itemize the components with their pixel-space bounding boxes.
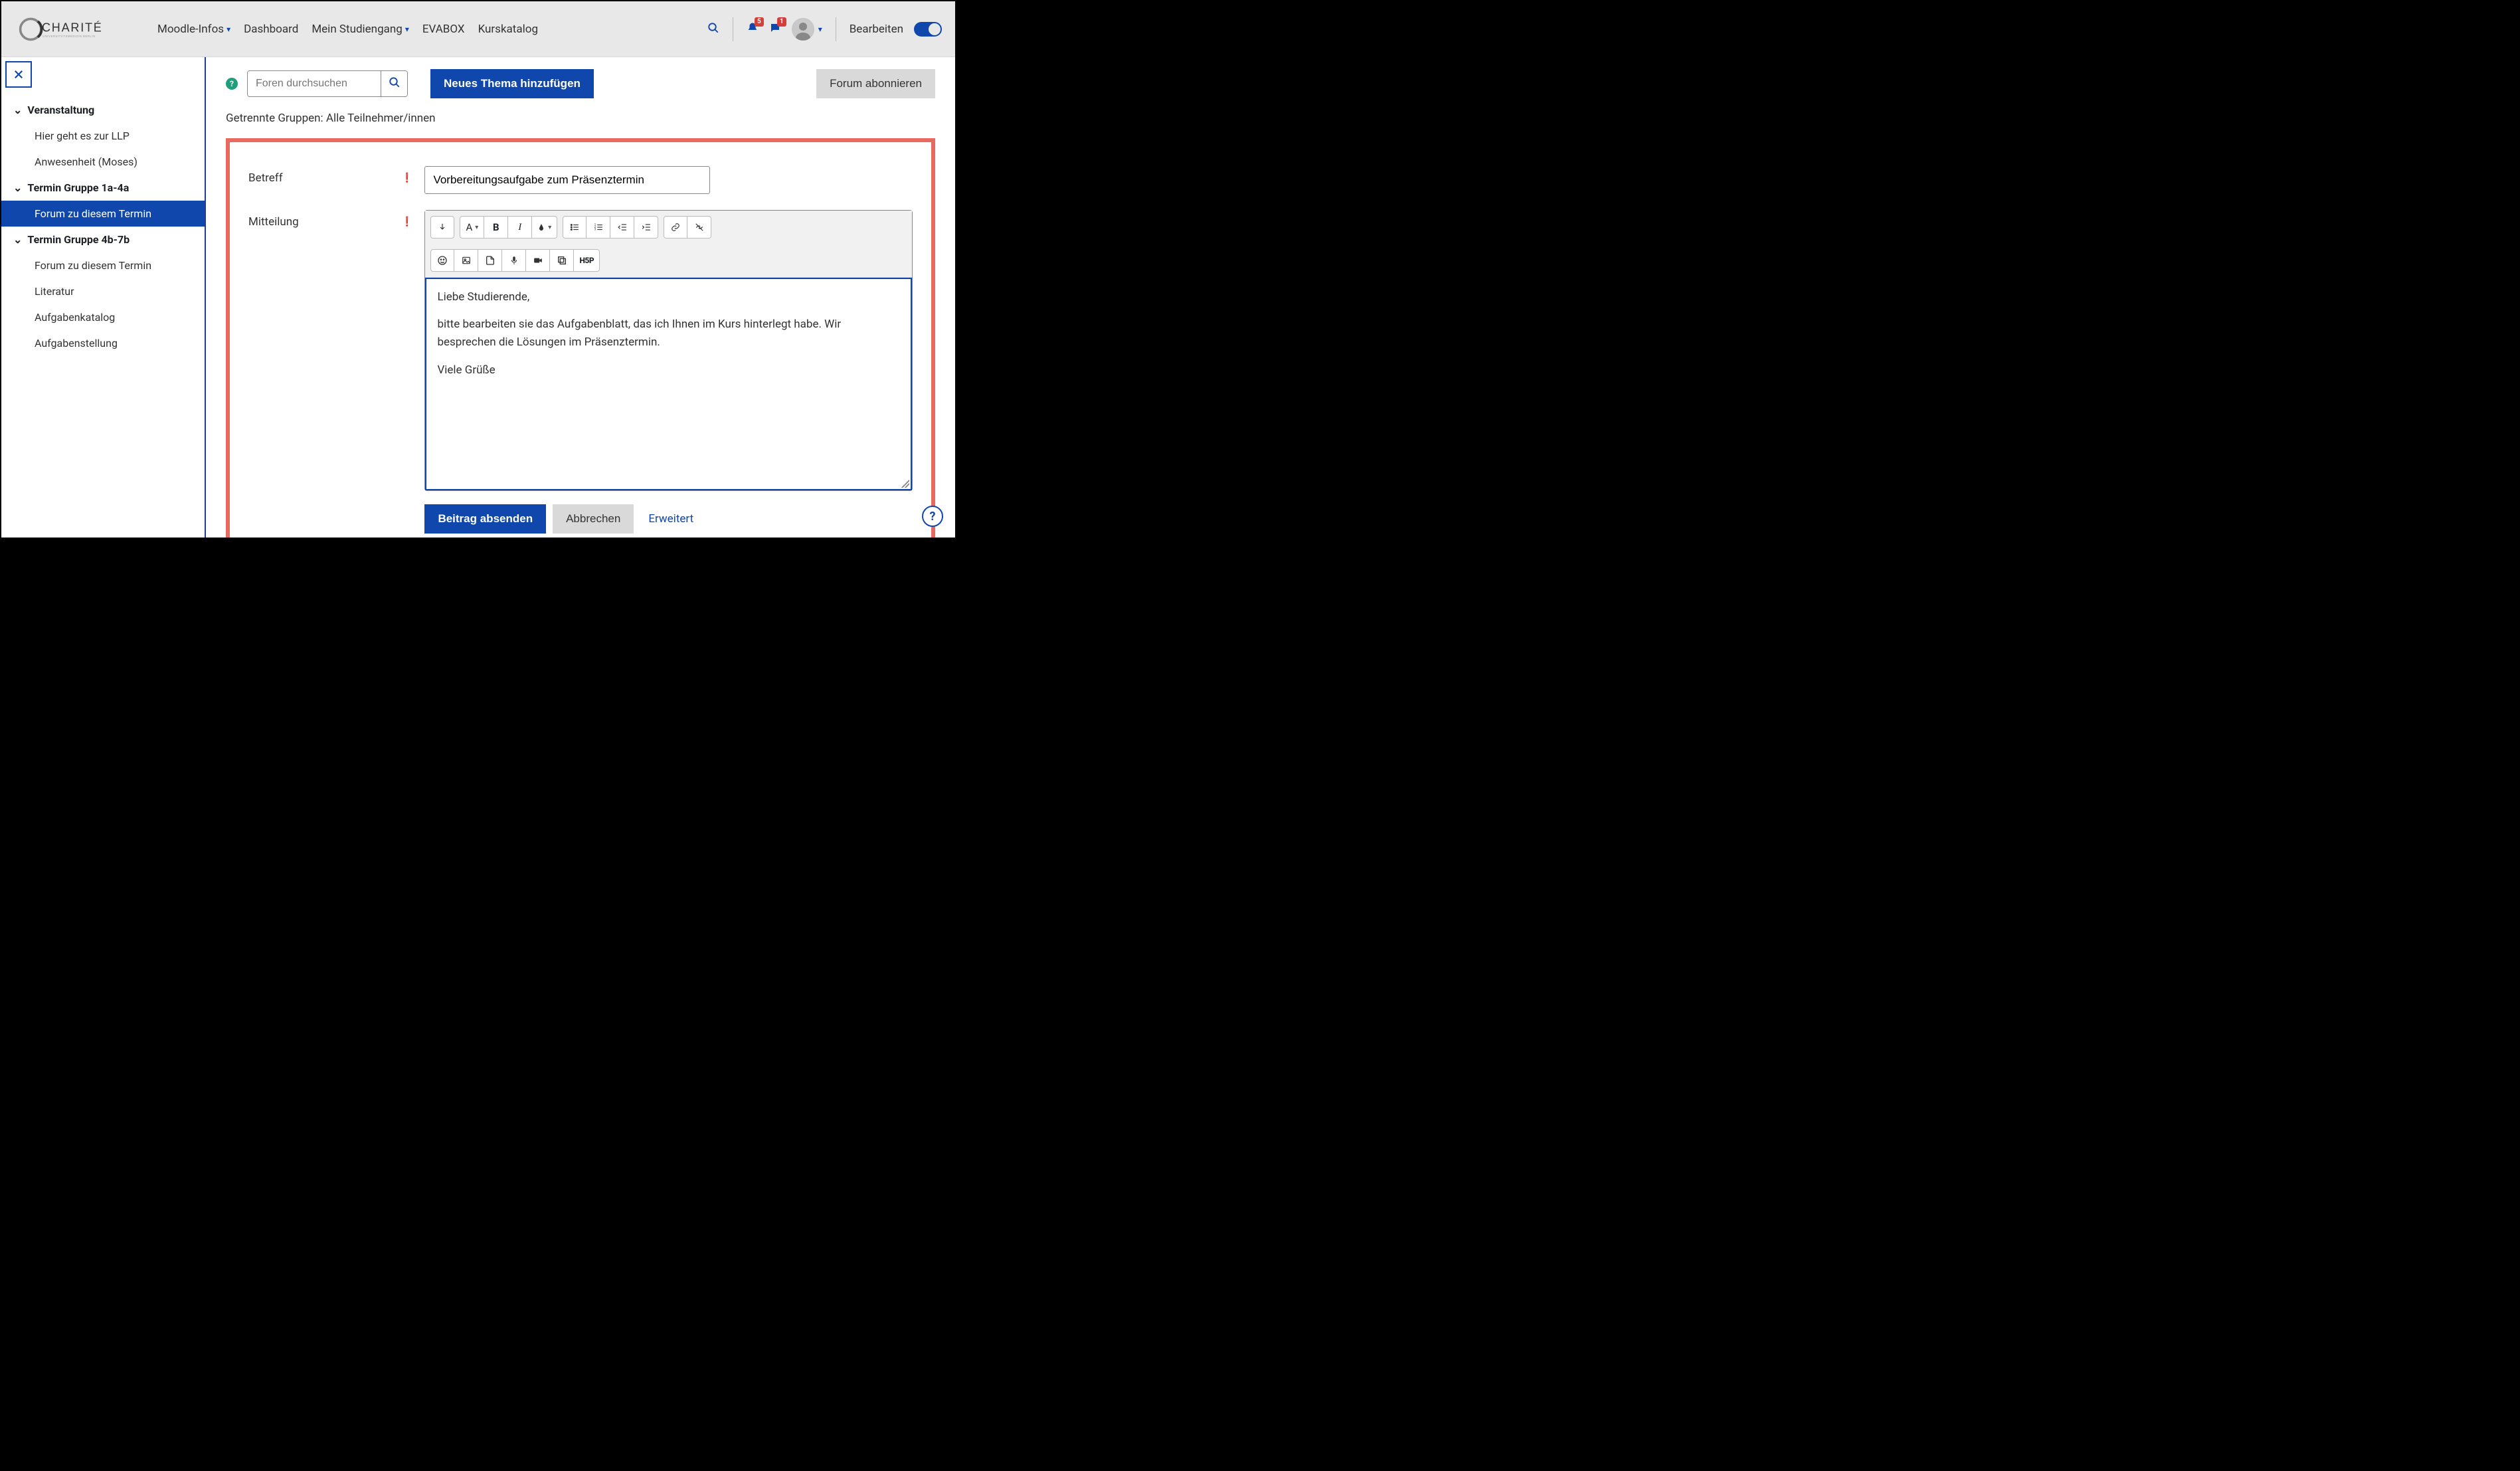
top-navbar: CHARITÉ UNIVERSITÄTSMEDIZIN BERLIN Moodl…	[1, 1, 955, 57]
forum-search-input[interactable]	[248, 71, 381, 96]
resize-handle[interactable]	[901, 480, 909, 488]
video-button[interactable]	[526, 249, 550, 272]
editor-paragraph: Liebe Studierende,	[437, 288, 900, 306]
sidebar-section-veranstaltung[interactable]: ⌄ Veranstaltung	[1, 97, 205, 123]
svg-text:3: 3	[594, 228, 596, 232]
user-menu[interactable]: ▾	[792, 18, 822, 41]
sidebar-section-termin-4b-7b[interactable]: ⌄ Termin Gruppe 4b-7b	[1, 227, 205, 252]
message-label: Mitteilung	[248, 210, 401, 229]
nav-moodle-infos[interactable]: Moodle-Infos▾	[157, 23, 230, 36]
nav-evabox[interactable]: EVABOX	[422, 23, 465, 36]
bold-button[interactable]: B	[484, 216, 508, 239]
manage-files-button[interactable]	[550, 249, 574, 272]
forum-search	[247, 70, 408, 97]
sidebar-item-forum-4b7b[interactable]: Forum zu diesem Termin	[1, 252, 205, 278]
chevron-down-icon: ▾	[226, 25, 230, 34]
section-title: Termin Gruppe 1a-4a	[27, 181, 129, 194]
media-button[interactable]	[478, 249, 502, 272]
nav-dashboard[interactable]: Dashboard	[244, 23, 298, 36]
sidebar-item-anwesenheit[interactable]: Anwesenheit (Moses)	[1, 149, 205, 175]
forum-search-button[interactable]	[381, 71, 407, 96]
outdent-button[interactable]	[610, 216, 634, 239]
section-title: Termin Gruppe 4b-7b	[27, 233, 130, 246]
notifications-icon[interactable]: 5	[747, 21, 759, 37]
submit-post-button[interactable]: Beitrag absenden	[424, 504, 546, 534]
sidebar-item-llp[interactable]: Hier geht es zur LLP	[1, 123, 205, 149]
edit-mode-toggle[interactable]	[914, 22, 942, 37]
notifications-badge: 5	[755, 17, 764, 27]
nav-mein-studiengang[interactable]: Mein Studiengang▾	[312, 23, 409, 36]
close-drawer-button[interactable]	[5, 61, 32, 88]
sidebar-section-termin-1a-4a[interactable]: ⌄ Termin Gruppe 1a-4a	[1, 175, 205, 201]
new-post-form: Betreff ❗ Mitteilung ❗	[226, 138, 935, 538]
chevron-down-icon: ▾	[405, 25, 409, 34]
brand-logo[interactable]: CHARITÉ UNIVERSITÄTSMEDIZIN BERLIN	[18, 13, 137, 46]
svg-text:CHARITÉ: CHARITÉ	[42, 21, 103, 34]
nav-label: EVABOX	[422, 23, 465, 36]
sidebar-item-aufgabenstellung[interactable]: Aufgabenstellung	[1, 330, 205, 356]
subscribe-button[interactable]: Forum abonnieren	[816, 69, 935, 98]
nav-label: Kurskatalog	[478, 23, 538, 36]
nav-label: Dashboard	[244, 23, 298, 36]
editor-paragraph: Viele Grüße	[437, 361, 900, 379]
nav-kurskatalog[interactable]: Kurskatalog	[478, 23, 538, 36]
messages-badge: 1	[777, 17, 786, 27]
editor-paragraph: bitte bearbeiten sie das Aufgabenblatt, …	[437, 316, 900, 351]
emoji-button[interactable]	[430, 249, 454, 272]
sidebar-item-literatur[interactable]: Literatur	[1, 278, 205, 304]
editor-body[interactable]: Liebe Studierende, bitte bearbeiten sie …	[425, 278, 912, 490]
unlink-button[interactable]	[687, 216, 711, 239]
indent-button[interactable]	[634, 216, 658, 239]
chevron-down-icon: ⌄	[13, 233, 22, 246]
link-button[interactable]	[664, 216, 687, 239]
edit-mode-label: Bearbeiten	[850, 23, 903, 36]
sidebar-item-forum-1a4a[interactable]: Forum zu diesem Termin	[1, 201, 205, 227]
new-topic-button[interactable]: Neues Thema hinzufügen	[430, 69, 594, 98]
microphone-button[interactable]	[502, 249, 526, 272]
caret-down-icon: ▾	[475, 224, 478, 231]
bullet-list-button[interactable]	[563, 216, 586, 239]
text-color-button[interactable]: ▾	[532, 216, 557, 239]
forum-toolbar: ? Neues Thema hinzufügen Forum abonniere…	[226, 69, 935, 98]
h5p-button[interactable]: H5P	[574, 249, 600, 272]
required-icon: ❗	[401, 166, 412, 183]
nav-label: Mein Studiengang	[312, 23, 402, 36]
editor-toolbar: A▾ B I ▾ 123	[425, 211, 912, 278]
chevron-down-icon: ⌄	[13, 104, 22, 116]
avatar	[792, 18, 814, 41]
required-icon: ❗	[401, 210, 412, 227]
main-content: ? Neues Thema hinzufügen Forum abonniere…	[206, 57, 955, 538]
svg-text:UNIVERSITÄTSMEDIZIN BERLIN: UNIVERSITÄTSMEDIZIN BERLIN	[43, 35, 96, 38]
search-icon[interactable]	[707, 21, 719, 37]
chevron-down-icon: ▾	[818, 25, 822, 34]
nav-label: Moodle-Infos	[157, 23, 224, 36]
sidebar-item-aufgabenkatalog[interactable]: Aufgabenkatalog	[1, 304, 205, 330]
cancel-button[interactable]: Abbrechen	[553, 504, 634, 534]
paragraph-style-button[interactable]: A▾	[460, 216, 484, 239]
help-icon[interactable]: ?	[226, 78, 238, 90]
toolbar-expand-button[interactable]	[430, 216, 454, 239]
section-title: Veranstaltung	[27, 104, 94, 116]
advanced-link[interactable]: Erweitert	[648, 512, 693, 526]
italic-button[interactable]: I	[508, 216, 532, 239]
caret-down-icon: ▾	[548, 224, 551, 231]
floating-help-button[interactable]: ?	[922, 506, 943, 527]
group-mode-line: Getrennte Gruppen: Alle Teilnehmer/innen	[226, 112, 935, 125]
rich-text-editor: A▾ B I ▾ 123	[424, 210, 913, 491]
numbered-list-button[interactable]: 123	[586, 216, 610, 239]
course-index-sidebar: ⌄ Veranstaltung Hier geht es zur LLP Anwe…	[1, 57, 206, 538]
chevron-down-icon: ⌄	[13, 181, 22, 194]
messages-icon[interactable]: 1	[769, 21, 781, 37]
image-button[interactable]	[454, 249, 478, 272]
subject-input[interactable]	[424, 166, 710, 194]
subject-label: Betreff	[248, 166, 401, 185]
